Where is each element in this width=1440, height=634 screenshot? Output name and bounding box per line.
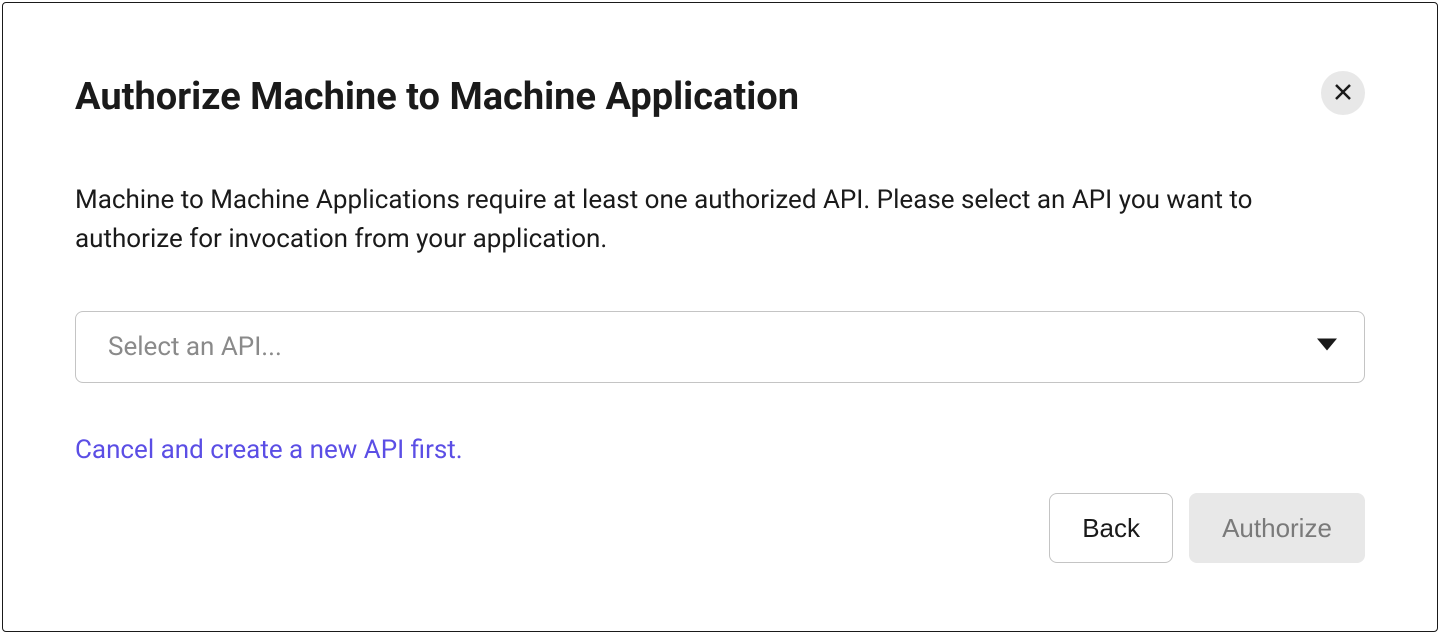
- back-button[interactable]: Back: [1049, 493, 1173, 563]
- authorize-dialog: Authorize Machine to Machine Application…: [2, 2, 1438, 632]
- dialog-description: Machine to Machine Applications require …: [75, 181, 1335, 259]
- api-select-placeholder: Select an API...: [108, 332, 282, 362]
- close-icon: [1334, 83, 1352, 104]
- authorize-button[interactable]: Authorize: [1189, 493, 1365, 563]
- api-select-wrapper: Select an API...: [75, 311, 1365, 383]
- dialog-title: Authorize Machine to Machine Application: [75, 75, 799, 121]
- dialog-header: Authorize Machine to Machine Application: [75, 75, 1365, 121]
- dialog-footer: Back Authorize: [1049, 493, 1365, 563]
- close-button[interactable]: [1321, 71, 1365, 115]
- api-select[interactable]: Select an API...: [75, 311, 1365, 383]
- cancel-create-api-link[interactable]: Cancel and create a new API first.: [75, 435, 463, 465]
